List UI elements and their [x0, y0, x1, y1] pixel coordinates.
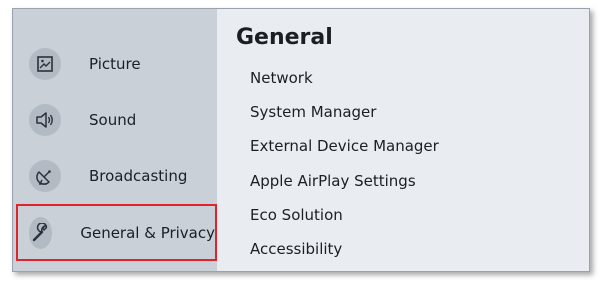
- menu-item-accessibility[interactable]: Accessibility: [250, 236, 342, 262]
- sidebar-item-label: Sound: [89, 111, 137, 129]
- sidebar-item-sound[interactable]: Sound: [13, 96, 217, 144]
- picture-icon: [29, 48, 61, 80]
- sidebar-item-picture[interactable]: Picture: [13, 40, 217, 88]
- settings-sidebar: Picture Sound Broadcasting General & Pri…: [13, 9, 217, 271]
- general-settings-panel: General Network System Manager External …: [217, 9, 589, 271]
- menu-item-system-manager[interactable]: System Manager: [250, 99, 376, 125]
- broadcasting-icon: [29, 160, 61, 192]
- sidebar-item-label: Picture: [89, 55, 141, 73]
- menu-item-external-device-manager[interactable]: External Device Manager: [250, 133, 439, 159]
- page-title: General: [236, 25, 333, 50]
- sidebar-item-broadcasting[interactable]: Broadcasting: [13, 152, 217, 200]
- sidebar-item-label: General & Privacy: [80, 223, 215, 242]
- sidebar-item-label: Broadcasting: [89, 167, 188, 185]
- menu-item-apple-airplay-settings[interactable]: Apple AirPlay Settings: [250, 168, 416, 194]
- wrench-icon: [29, 216, 53, 249]
- menu-item-network[interactable]: Network: [250, 65, 313, 91]
- settings-window: Picture Sound Broadcasting General & Pri…: [12, 8, 590, 272]
- sidebar-item-general-privacy[interactable]: General & Privacy: [16, 204, 217, 261]
- menu-item-eco-solution[interactable]: Eco Solution: [250, 202, 343, 228]
- sound-icon: [29, 104, 61, 136]
